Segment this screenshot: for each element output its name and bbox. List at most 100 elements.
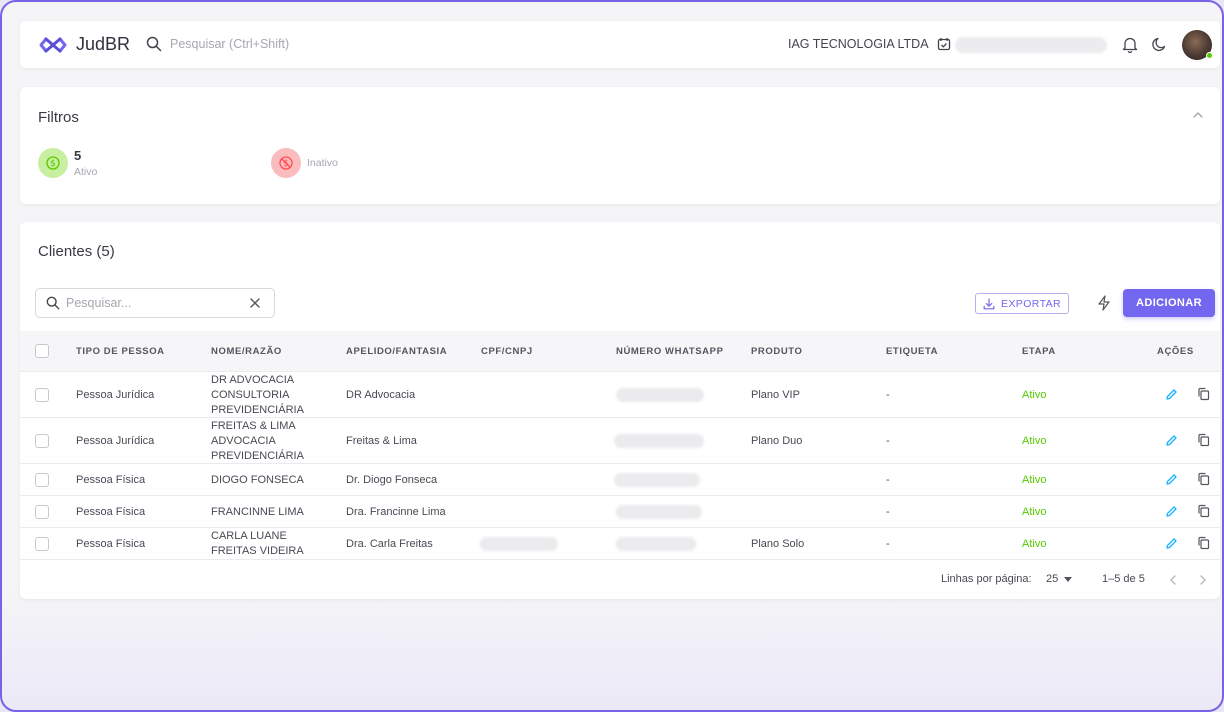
filter-active[interactable]: $ 5 Ativo (38, 148, 97, 178)
col-etiqueta[interactable]: ETIQUETA (886, 346, 938, 357)
export-label: EXPORTAR (1001, 297, 1061, 310)
cell-nome: FRANCINNE LIMA (211, 506, 304, 518)
global-search[interactable]: Pesquisar (Ctrl+Shift) (146, 36, 289, 52)
table-row[interactable]: Pessoa Física DIOGO FONSECA Dr. Diogo Fo… (20, 464, 1220, 496)
whatsapp-redacted (614, 434, 704, 448)
cell-produto: Plano Solo (751, 538, 805, 550)
add-client-button[interactable]: ADICIONAR (1123, 289, 1215, 317)
company-name: IAG TECNOLOGIA LTDA (788, 37, 929, 51)
col-whatsapp[interactable]: NÚMERO WHATSAPP (616, 346, 724, 357)
table-row[interactable]: Pessoa Física FRANCINNE LIMA Dra. Franci… (20, 496, 1220, 528)
pencil-icon[interactable] (1165, 505, 1178, 518)
cell-tipo: Pessoa Jurídica (76, 435, 155, 447)
whatsapp-redacted (616, 537, 696, 551)
top-navbar: JudBR Pesquisar (Ctrl+Shift) IAG TECNOLO… (20, 21, 1220, 68)
cell-tipo: Pessoa Física (76, 474, 146, 486)
cell-apelido: Dr. Diogo Fonseca (346, 474, 438, 486)
pagination-range: 1–5 de 5 (1102, 573, 1145, 585)
cell-apelido: Freitas & Lima (346, 435, 417, 447)
copy-icon[interactable] (1197, 536, 1210, 550)
caret-down-icon (1064, 576, 1073, 582)
col-produto[interactable]: PRODUTO (751, 346, 803, 357)
cell-apelido: Dra. Carla Freitas (346, 538, 433, 550)
table-row[interactable]: Pessoa Física CARLA LUANE FREITAS VIDEIR… (20, 528, 1220, 560)
filter-inactive[interactable]: $ Inativo (271, 148, 338, 178)
table-row[interactable]: Pessoa Jurídica DR ADVOCACIA CONSULTORIA… (20, 372, 1220, 418)
cell-nome: FREITAS & LIMA ADVOCACIA PREVIDENCIÁRIA (211, 420, 304, 462)
cell-etapa: Ativo (1022, 538, 1047, 550)
col-cpf[interactable]: CPF/CNPJ (481, 346, 533, 357)
pencil-icon[interactable] (1165, 434, 1178, 447)
cell-nome: DR ADVOCACIA CONSULTORIA PREVIDENCIÁRIA (211, 374, 304, 416)
company-selector[interactable]: IAG TECNOLOGIA LTDA (788, 37, 951, 51)
cell-tipo: Pessoa Jurídica (76, 389, 155, 401)
row-checkbox[interactable] (35, 434, 49, 448)
pencil-icon[interactable] (1165, 537, 1178, 550)
clients-search-placeholder: Pesquisar... (66, 296, 132, 310)
search-icon (46, 296, 60, 310)
cell-etapa: Ativo (1022, 435, 1047, 447)
cell-etapa: Ativo (1022, 506, 1047, 518)
cell-apelido: Dra. Francinne Lima (346, 506, 446, 518)
download-icon (983, 297, 995, 309)
filters-card: Filtros $ 5 Ativo $ Inativo (20, 87, 1220, 204)
col-tipo[interactable]: TIPO DE PESSOA (76, 346, 165, 357)
online-status-dot (1206, 52, 1213, 59)
copy-icon[interactable] (1197, 472, 1210, 486)
cell-etapa: Ativo (1022, 389, 1047, 401)
active-stat-badge: $ (38, 148, 68, 178)
inactive-label: Inativo (307, 157, 338, 169)
cell-etiqueta: - (886, 474, 890, 486)
svg-text:$: $ (50, 159, 56, 169)
app-window: JudBR Pesquisar (Ctrl+Shift) IAG TECNOLO… (0, 0, 1224, 712)
row-checkbox[interactable] (35, 505, 49, 519)
close-icon[interactable] (248, 296, 262, 310)
clients-title: Clientes (5) (38, 243, 115, 260)
cell-nome: CARLA LUANE FREITAS VIDEIRA (211, 530, 304, 557)
active-label: Ativo (74, 166, 98, 178)
cell-produto: Plano VIP (751, 389, 800, 401)
bell-icon[interactable] (1122, 36, 1138, 53)
dollar-circle-icon: $ (46, 156, 60, 170)
bolt-icon[interactable] (1097, 295, 1111, 311)
cell-apelido: DR Advocacia (346, 389, 416, 401)
whatsapp-redacted (616, 505, 702, 519)
row-checkbox[interactable] (35, 473, 49, 487)
cell-etiqueta: - (886, 389, 890, 401)
inactive-stat-badge: $ (271, 148, 301, 178)
whatsapp-redacted (614, 473, 700, 487)
cell-etiqueta: - (886, 506, 890, 518)
cell-etiqueta: - (886, 538, 890, 550)
filters-title: Filtros (38, 109, 79, 126)
cell-etiqueta: - (886, 435, 890, 447)
moon-icon[interactable] (1151, 36, 1168, 53)
add-label: ADICIONAR (1136, 297, 1202, 309)
clients-search-input[interactable]: Pesquisar... (35, 288, 275, 318)
row-checkbox[interactable] (35, 537, 49, 551)
chevron-up-icon[interactable] (1192, 111, 1204, 119)
user-email-redacted (955, 37, 1107, 53)
col-etapa[interactable]: ETAPA (1022, 346, 1056, 357)
cell-tipo: Pessoa Física (76, 538, 146, 550)
pencil-icon[interactable] (1165, 473, 1178, 486)
chevron-left-icon[interactable] (1169, 574, 1177, 586)
chevron-right-icon[interactable] (1199, 574, 1207, 586)
col-nome[interactable]: NOME/RAZÃO (211, 346, 282, 357)
copy-icon[interactable] (1197, 433, 1210, 447)
row-checkbox[interactable] (35, 388, 49, 402)
rows-per-page-select[interactable]: 25 (1046, 573, 1073, 585)
dollar-off-icon: $ (279, 156, 293, 170)
app-name: JudBR (76, 34, 131, 54)
whatsapp-redacted (616, 388, 704, 402)
select-all-checkbox[interactable] (35, 344, 49, 358)
export-button[interactable]: EXPORTAR (975, 293, 1069, 314)
clients-card: Clientes (5) Pesquisar... EXPORTAR ADICI… (20, 222, 1220, 599)
table-row[interactable]: Pessoa Jurídica FREITAS & LIMA ADVOCACIA… (20, 418, 1220, 464)
cell-etapa: Ativo (1022, 474, 1047, 486)
col-apelido[interactable]: APELIDO/FANTASIA (346, 346, 447, 357)
pencil-icon[interactable] (1165, 388, 1178, 401)
cell-tipo: Pessoa Física (76, 506, 146, 518)
copy-icon[interactable] (1197, 504, 1210, 518)
app-logo[interactable]: JudBR (38, 34, 130, 55)
copy-icon[interactable] (1197, 387, 1210, 401)
